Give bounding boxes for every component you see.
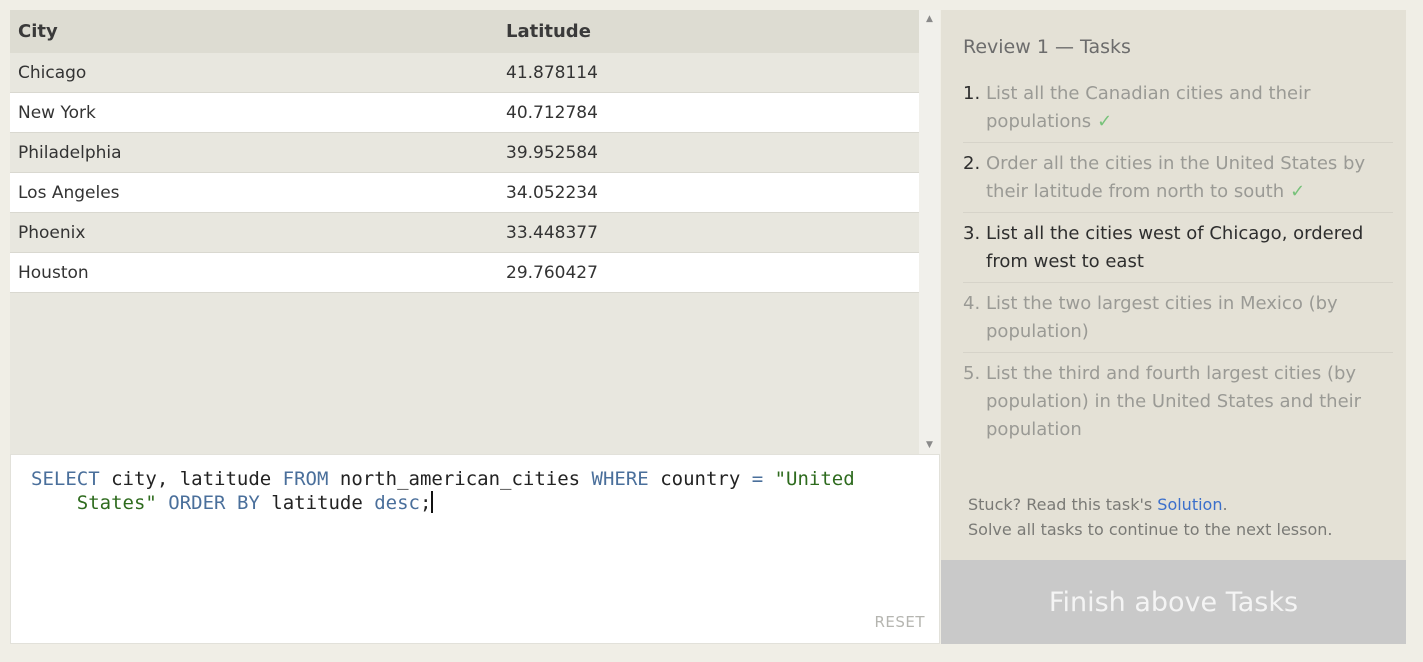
task-text: Order all the cities in the United State… [986,153,1366,202]
task-number: 3. [963,223,981,244]
scroll-up-arrow-icon[interactable]: ▲ [919,14,940,24]
task-item-current: 3. List all the cities west of Chicago, … [963,218,1393,283]
sql-keyword: BY [236,492,260,514]
sql-editor[interactable]: SELECT city, latitude FROM north_america… [10,454,940,644]
task-number: 4. [963,293,981,314]
reset-button[interactable]: RESET [874,613,925,631]
sql-query-text[interactable]: SELECT city, latitude FROM north_america… [31,467,901,515]
task-number: 1. [963,83,981,104]
checkmark-icon: ✓ [1290,181,1306,202]
cell-latitude: 29.760427 [498,252,919,293]
text-cursor [431,491,434,513]
cell-latitude: 34.052234 [498,172,919,213]
task-panel: Review 1 — Tasks 1. List all the Canadia… [941,10,1406,560]
help-suffix: . [1222,495,1228,514]
help-text: Stuck? Read this task's Solution. Solve … [968,492,1332,542]
sql-keyword: SELECT [31,468,100,490]
task-item: 2. Order all the cities in the United St… [963,148,1393,213]
cell-city: Phoenix [10,212,498,253]
column-header-latitude: Latitude [498,10,919,53]
task-text: List the two largest cities in Mexico (b… [986,293,1338,342]
task-text: List the third and fourth largest cities… [986,363,1362,440]
solution-link[interactable]: Solution [1157,495,1222,514]
results-table: City Latitude Chicago 41.878114 New York… [10,10,919,293]
results-panel: City Latitude Chicago 41.878114 New York… [10,10,940,454]
task-number: 2. [963,153,981,174]
sql-keyword: WHERE [591,468,649,490]
results-header-row: City Latitude [10,10,919,53]
sql-keyword: ORDER [168,492,226,514]
cell-city: Chicago [10,53,498,93]
cell-latitude: 33.448377 [498,212,919,253]
table-row: Phoenix 33.448377 [10,212,919,253]
table-row: Philadelphia 39.952584 [10,132,919,173]
cell-city: Los Angeles [10,172,498,213]
sql-keyword: desc [374,492,420,514]
results-scrollbar[interactable]: ▲ ▼ [919,10,940,454]
cell-city: Houston [10,252,498,293]
task-item: 4. List the two largest cities in Mexico… [963,288,1393,353]
column-header-city: City [10,10,498,53]
task-number: 5. [963,363,981,384]
scroll-down-arrow-icon[interactable]: ▼ [919,440,940,450]
task-list: 1. List all the Canadian cities and thei… [963,78,1393,455]
table-row: Los Angeles 34.052234 [10,172,919,213]
task-panel-title: Review 1 — Tasks [963,36,1131,58]
cell-city: Philadelphia [10,132,498,173]
help-line-2: Solve all tasks to continue to the next … [968,520,1333,539]
task-text: List all the Canadian cities and their p… [986,83,1311,132]
checkmark-icon: ✓ [1097,111,1113,132]
cell-latitude: 39.952584 [498,132,919,173]
cell-latitude: 41.878114 [498,53,919,93]
help-prefix: Stuck? Read this task's [968,495,1158,514]
finish-tasks-button[interactable]: Finish above Tasks [941,560,1406,644]
cell-latitude: 40.712784 [498,92,919,133]
task-text: List all the cities west of Chicago, ord… [986,223,1364,272]
table-row: New York 40.712784 [10,92,919,133]
sql-string: "United States" [76,468,855,514]
table-row: Houston 29.760427 [10,252,919,293]
sql-keyword: FROM [282,468,329,490]
task-item: 1. List all the Canadian cities and thei… [963,78,1393,143]
task-item: 5. List the third and fourth largest cit… [963,358,1393,450]
cell-city: New York [10,92,498,133]
table-row: Chicago 41.878114 [10,53,919,93]
